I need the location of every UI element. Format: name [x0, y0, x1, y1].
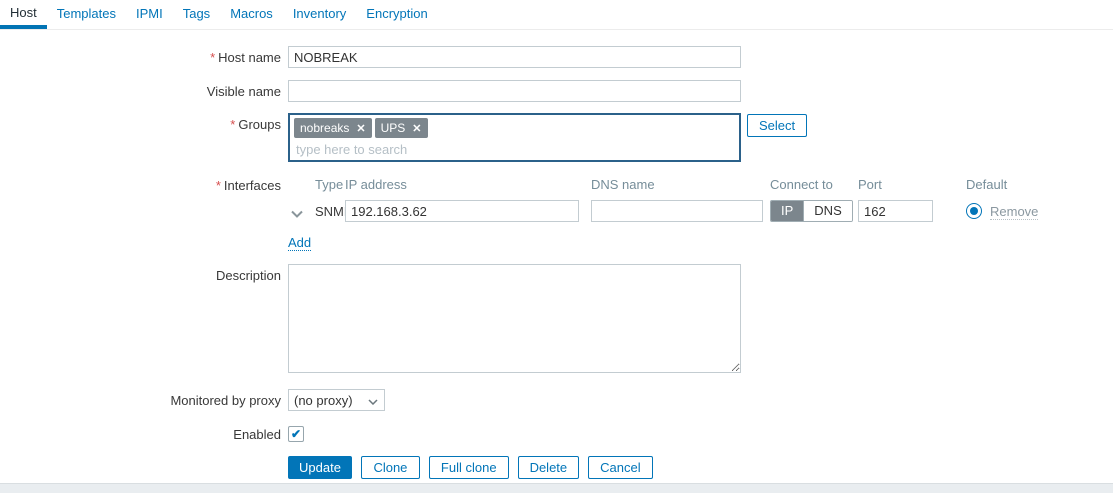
proxy-row: Monitored by proxy (no proxy) — [0, 389, 1113, 411]
interface-port-input[interactable] — [858, 200, 933, 222]
cancel-button[interactable]: Cancel — [588, 456, 652, 479]
clone-button[interactable]: Clone — [361, 456, 420, 479]
chip-close-icon[interactable]: ✕ — [412, 122, 421, 135]
host-name-input[interactable] — [288, 46, 741, 68]
tab-ipmi[interactable]: IPMI — [126, 0, 173, 29]
col-type-header: Type — [315, 177, 343, 192]
group-chip: nobreaks ✕ — [294, 118, 372, 138]
full-clone-button[interactable]: Full clone — [429, 456, 509, 479]
host-name-label: *Host name — [0, 46, 288, 65]
description-label: Description — [0, 264, 288, 283]
tab-host[interactable]: Host — [0, 0, 47, 29]
visible-name-row: Visible name — [0, 80, 1113, 102]
default-radio[interactable] — [966, 203, 982, 219]
host-config-tabbar: Host Templates IPMI Tags Macros Inventor… — [0, 0, 1113, 30]
interface-dns-input[interactable] — [591, 200, 763, 222]
col-dns-header: DNS name — [591, 177, 655, 192]
footer-bar — [0, 483, 1113, 493]
tab-inventory[interactable]: Inventory — [283, 0, 356, 29]
required-asterisk: * — [230, 117, 235, 132]
interfaces-label: *Interfaces — [0, 177, 288, 193]
proxy-select-value: (no proxy) — [294, 393, 353, 408]
groups-row: *Groups nobreaks ✕ UPS ✕ type here to se… — [0, 113, 1113, 162]
enabled-label: Enabled — [0, 426, 288, 442]
enabled-row: Enabled ✔ — [0, 426, 1113, 442]
host-name-row: *Host name — [0, 46, 1113, 68]
col-connect-header: Connect to — [770, 177, 833, 192]
update-button[interactable]: Update — [288, 456, 352, 479]
proxy-select[interactable]: (no proxy) — [288, 389, 385, 411]
description-row: Description — [0, 264, 1113, 373]
group-chip: UPS ✕ — [375, 118, 428, 138]
chip-close-icon[interactable]: ✕ — [356, 122, 365, 135]
required-asterisk: * — [216, 178, 221, 193]
visible-name-label: Visible name — [0, 80, 288, 99]
col-ip-header: IP address — [345, 177, 407, 192]
interface-row: SNMP IP DNS Remove — [288, 200, 1078, 224]
groups-search-placeholder[interactable]: type here to search — [294, 139, 735, 158]
groups-select-button[interactable]: Select — [747, 114, 807, 137]
tab-encryption[interactable]: Encryption — [356, 0, 437, 29]
tab-tags[interactable]: Tags — [173, 0, 220, 29]
interfaces-header: Type IP address DNS name Connect to Port… — [288, 177, 1078, 192]
tab-templates[interactable]: Templates — [47, 0, 126, 29]
chevron-down-icon — [368, 393, 378, 408]
connect-to-dns-option[interactable]: DNS — [804, 201, 851, 221]
interfaces-row: *Interfaces Type IP address DNS name Con… — [0, 177, 1113, 251]
delete-button[interactable]: Delete — [518, 456, 580, 479]
footer-buttons-row: Update Clone Full clone Delete Cancel — [0, 456, 1113, 479]
connect-to-toggle: IP DNS — [770, 200, 853, 222]
visible-name-input[interactable] — [288, 80, 741, 102]
host-form: *Host name Visible name *Groups nobreaks… — [0, 46, 1113, 479]
interface-ip-input[interactable] — [345, 200, 579, 222]
connect-to-ip-option[interactable]: IP — [771, 201, 804, 221]
enabled-checkbox[interactable]: ✔ — [288, 426, 304, 442]
tab-macros[interactable]: Macros — [220, 0, 283, 29]
interface-add-link[interactable]: Add — [288, 235, 311, 251]
proxy-label: Monitored by proxy — [0, 389, 288, 408]
groups-multiselect[interactable]: nobreaks ✕ UPS ✕ type here to search — [288, 113, 741, 162]
col-port-header: Port — [858, 177, 882, 192]
description-textarea[interactable] — [288, 264, 741, 373]
interface-remove-link[interactable]: Remove — [990, 204, 1038, 220]
col-default-header: Default — [966, 177, 1007, 192]
required-asterisk: * — [210, 50, 215, 65]
groups-label: *Groups — [0, 113, 288, 132]
groups-chips: nobreaks ✕ UPS ✕ — [294, 117, 735, 139]
chevron-down-icon[interactable] — [290, 206, 304, 221]
